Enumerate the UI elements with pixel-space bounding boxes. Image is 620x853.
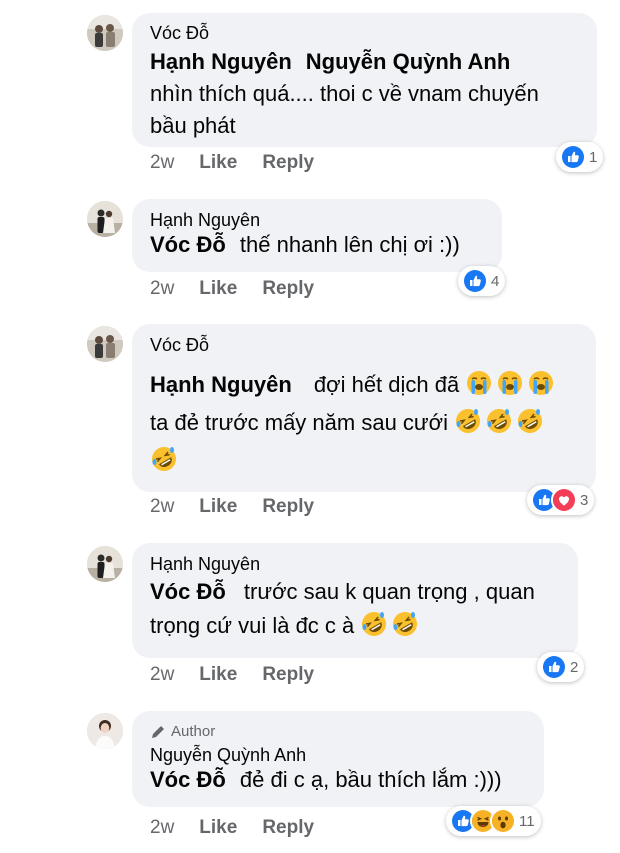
reaction-summary[interactable]: 1 — [556, 142, 604, 172]
like-button[interactable]: Like — [199, 496, 237, 518]
comment-text: Vóc Đỗ thế nhanh lên chị ơi :)) — [150, 229, 486, 261]
like-button[interactable]: Like — [199, 152, 237, 174]
reply-button[interactable]: Reply — [262, 496, 314, 518]
thumbs-up-icon — [560, 144, 586, 170]
heart-icon — [551, 487, 577, 513]
like-button[interactable]: Like — [199, 278, 237, 300]
timestamp[interactable]: 2w — [150, 817, 174, 839]
comment-author[interactable]: Hạnh Nguyên — [150, 209, 486, 231]
thumbs-up-icon — [541, 654, 567, 680]
comment-actions: 2w Like Reply — [150, 152, 314, 174]
comment-body: trước sau k quan trọng , quan — [243, 579, 535, 604]
avatar[interactable] — [87, 326, 123, 362]
comment-author[interactable]: Nguyễn Quỳnh Anh — [150, 744, 528, 766]
author-badge-label: Author — [171, 723, 216, 740]
reply-button[interactable]: Reply — [262, 278, 314, 300]
timestamp[interactable]: 2w — [150, 278, 174, 300]
comment-author[interactable]: Vóc Đỗ — [150, 334, 580, 356]
comment-actions: 2w Like Reply — [150, 496, 314, 518]
reaction-summary[interactable]: 11 — [446, 806, 541, 836]
timestamp[interactable]: 2w — [150, 496, 174, 518]
comment-bubble: Author Nguyễn Quỳnh Anh Vóc Đỗ đẻ đi c ạ… — [132, 711, 544, 807]
comment-actions: 2w Like Reply — [150, 278, 314, 300]
rolling-laughing-emoji — [516, 407, 544, 435]
pencil-icon — [150, 724, 166, 740]
comment-bubble: Hạnh Nguyên Vóc Đỗ trước sau k quan trọn… — [132, 543, 578, 658]
rolling-laughing-emoji — [391, 610, 419, 638]
comment-text: Hạnh Nguyên đợi hết dịch đã ta đẻ trước … — [150, 366, 580, 480]
reply-button[interactable]: Reply — [262, 152, 314, 174]
mention[interactable]: Nguyễn Quỳnh Anh — [306, 49, 511, 74]
comment-body: ta đẻ trước mấy năm sau cưới — [150, 410, 448, 435]
reaction-count: 1 — [589, 148, 598, 166]
timestamp[interactable]: 2w — [150, 152, 174, 174]
comment-author[interactable]: Vóc Đỗ — [150, 22, 581, 44]
reaction-summary[interactable]: 3 — [527, 485, 595, 515]
avatar[interactable] — [87, 15, 123, 51]
like-button[interactable]: Like — [199, 817, 237, 839]
comment-body: đợi hết dịch đã — [313, 372, 460, 397]
rolling-laughing-emoji — [454, 407, 482, 435]
mention[interactable]: Hạnh Nguyên — [150, 49, 292, 74]
comment-actions: 2w Like Reply — [150, 817, 314, 839]
reaction-count: 2 — [570, 658, 579, 676]
reaction-count: 3 — [580, 491, 589, 509]
wow-emoji — [490, 808, 516, 834]
comment-bubble: Vóc Đỗ Hạnh Nguyên đợi hết dịch đã ta đẻ… — [132, 324, 596, 492]
reaction-summary[interactable]: 4 — [458, 266, 506, 296]
avatar[interactable] — [87, 201, 123, 237]
comment-bubble: Vóc Đỗ Hạnh Nguyên Nguyễn Quỳnh Anh nhìn … — [132, 13, 597, 147]
reaction-count: 11 — [519, 812, 535, 830]
comment-text: Vóc Đỗ đẻ đi c ạ, bầu thích lắm :))) — [150, 764, 528, 796]
comment-text: Hạnh Nguyên Nguyễn Quỳnh Anh nhìn thích q… — [150, 46, 581, 142]
thumbs-up-icon — [462, 268, 488, 294]
like-button[interactable]: Like — [199, 664, 237, 686]
avatar[interactable] — [87, 713, 123, 749]
comment-author[interactable]: Hạnh Nguyên — [150, 553, 562, 575]
comment-text: Vóc Đỗ trước sau k quan trọng , quan trọ… — [150, 575, 562, 643]
comment-body: thế nhanh lên chị ơi :)) — [239, 232, 460, 257]
reply-button[interactable]: Reply — [262, 664, 314, 686]
author-badge: Author — [150, 723, 528, 741]
mention[interactable]: Vóc Đỗ — [150, 232, 226, 257]
timestamp[interactable]: 2w — [150, 664, 174, 686]
reaction-summary[interactable]: 2 — [537, 652, 585, 682]
loudly-crying-emoji — [527, 369, 555, 397]
comment-body: đẻ đi c ạ, bầu thích lắm :))) — [239, 767, 502, 792]
comment-bubble: Hạnh Nguyên Vóc Đỗ thế nhanh lên chị ơi … — [132, 199, 502, 272]
loudly-crying-emoji — [465, 369, 493, 397]
loudly-crying-emoji — [496, 369, 524, 397]
rolling-laughing-emoji — [360, 610, 388, 638]
reply-button[interactable]: Reply — [262, 817, 314, 839]
comment-body: trọng cứ vui là đc c à — [150, 613, 355, 638]
mention[interactable]: Vóc Đỗ — [150, 767, 226, 792]
mention[interactable]: Vóc Đỗ — [150, 579, 226, 604]
rolling-laughing-emoji — [485, 407, 513, 435]
comment-body: nhìn thích quá.... thoi c về vnam chuyến… — [150, 81, 539, 138]
avatar[interactable] — [87, 546, 123, 582]
rolling-laughing-emoji — [150, 445, 178, 473]
reaction-count: 4 — [491, 272, 500, 290]
comment-actions: 2w Like Reply — [150, 664, 314, 686]
mention[interactable]: Hạnh Nguyên — [150, 372, 292, 397]
